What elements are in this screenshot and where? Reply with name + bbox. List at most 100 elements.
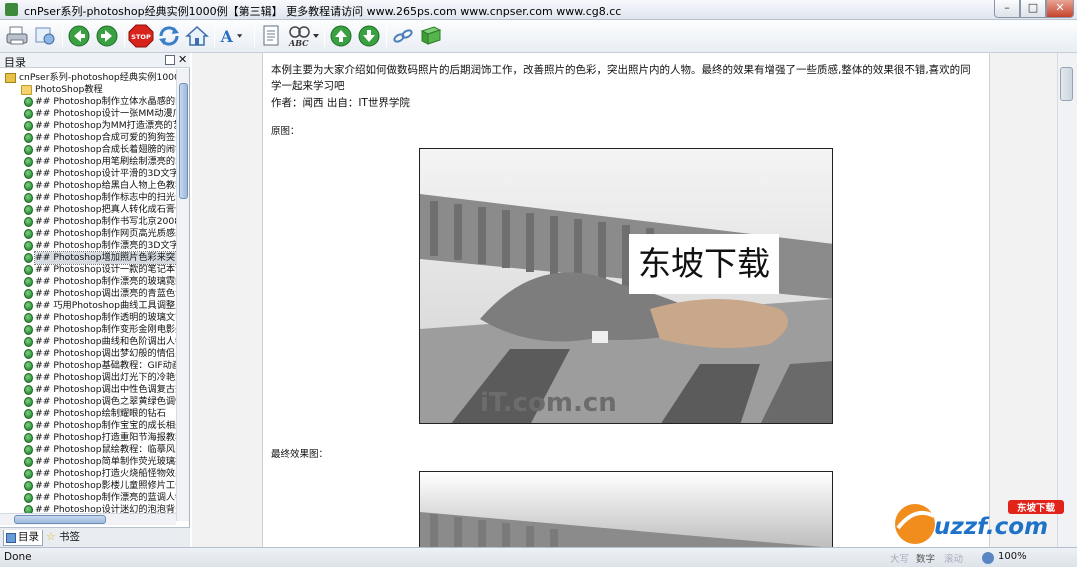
svg-text:uzzf.com: uzzf.com <box>934 514 1048 540</box>
back-icon[interactable] <box>66 24 92 48</box>
topic-icon <box>24 433 33 443</box>
topic-icon <box>24 397 33 407</box>
font-icon[interactable]: A <box>218 24 244 48</box>
topic-icon <box>24 253 33 263</box>
topic-icon <box>24 421 33 431</box>
topic-icon <box>24 457 33 467</box>
toc-item-label: ## Photoshop制作书写北京2008标志 <box>35 216 176 227</box>
stop-icon[interactable]: STOP <box>128 24 154 48</box>
star-icon: ☆ <box>46 530 56 543</box>
svg-text:ABC: ABC <box>288 38 309 48</box>
status-text: Done <box>4 551 32 563</box>
toc-pane: 目录 ✕ cnPser系列-photoshop经典实例1000例【 PhotoS… <box>0 53 190 547</box>
toc-scroll-thumb[interactable] <box>179 83 188 199</box>
toc-tabs: 目录 ☆ 书签 <box>0 527 190 547</box>
toc-item-label: ## Photoshop合成长着翅膀的闹钟 <box>35 144 176 155</box>
topic-icon <box>24 217 33 227</box>
print-icon[interactable] <box>4 24 30 48</box>
toc-item-label: ## Photoshop曲线和色阶调出人物单 <box>35 336 176 347</box>
svg-text:STOP: STOP <box>131 33 151 41</box>
previous-topic-icon[interactable] <box>328 24 354 48</box>
tab-bookmarks-label: 书签 <box>59 531 80 543</box>
content-pane: 本例主要为大家介绍如何做数码照片的后期润饰工作，改善照片的色彩，突出照片内的人物… <box>192 53 1077 547</box>
app-icon <box>5 3 18 16</box>
topic-icon <box>24 169 33 179</box>
content-scroll-thumb[interactable] <box>1060 67 1073 101</box>
title-bar: cnPser系列-photoshop经典实例1000例【第三辑】 更多教程请访问… <box>0 0 1077 20</box>
topic-icon <box>24 385 33 395</box>
topic-icon <box>24 181 33 191</box>
toc-item-label: ## Photoshop制作网页高光质感彩色 <box>35 228 176 239</box>
uzzf-logo: uzzf.com 东坡下载 <box>888 498 1068 548</box>
forward-icon[interactable] <box>94 24 120 48</box>
topic-icon <box>24 109 33 119</box>
topic-icon <box>24 229 33 239</box>
toc-item-label: ## Photoshop设计一张MM动漫广告海 <box>35 108 176 119</box>
topic-icon <box>24 289 33 299</box>
tab-contents[interactable]: 目录 <box>3 530 43 546</box>
link-icon[interactable] <box>390 24 416 48</box>
minimize-button[interactable]: – <box>994 0 1020 18</box>
topic-icon <box>24 325 33 335</box>
folder-icon <box>21 85 32 95</box>
pin-icon[interactable] <box>165 55 175 65</box>
toc-close-button[interactable]: ✕ <box>178 53 187 66</box>
toc-item-label: ## Photoshop绘制耀眼的钻石 <box>35 408 166 419</box>
topic-icon <box>24 445 33 455</box>
topic-icon <box>24 241 33 251</box>
article-intro: 本例主要为大家介绍如何做数码照片的后期润饰工作，改善照片的色彩，突出照片内的人物… <box>271 64 971 92</box>
toc-item-label: ## Photoshop制作漂亮的玻璃霓虹文 <box>35 276 176 287</box>
book-icon[interactable] <box>418 24 444 48</box>
svg-text:iT.com.cn: iT.com.cn <box>480 388 617 418</box>
num-indicator: 数字 <box>916 554 936 565</box>
toc-vertical-scrollbar[interactable] <box>176 69 189 521</box>
scroll-indicator: 滚动 <box>944 554 964 565</box>
toc-item-label: ## Photoshop简单制作荧光玻璃按钮 <box>35 456 176 467</box>
toc-hscroll-thumb[interactable] <box>14 515 106 524</box>
tab-bookmarks[interactable]: ☆ 书签 <box>45 530 85 546</box>
toc-header: 目录 ✕ <box>0 53 190 69</box>
contents-icon <box>6 533 16 543</box>
toc-item-label: ## Photoshop制作宝宝的成长相册 <box>35 420 176 431</box>
toc-item-label: ## Photoshop制作标志中的扫光动画 <box>35 192 176 203</box>
toc-item-label: ## Photoshop调出灯光下的冷艳女人 <box>35 372 176 383</box>
topic-icon <box>24 277 33 287</box>
options-icon[interactable] <box>32 24 58 48</box>
topic-icon <box>24 121 33 131</box>
book-icon <box>5 73 16 83</box>
home-icon[interactable] <box>184 24 210 48</box>
spellcheck-icon[interactable]: ABC <box>286 24 320 48</box>
caps-indicator: 大写 <box>890 554 910 565</box>
topic-icon <box>24 193 33 203</box>
refresh-icon[interactable] <box>156 24 182 48</box>
topic-icon <box>24 337 33 347</box>
toc-item-label: ## Photoshop给黑白人物上色教程 <box>35 180 176 191</box>
toc-item-label: ## Photoshop制作漂亮的3D文字效果 <box>35 240 176 251</box>
zoom-level[interactable]: 100% <box>998 551 1027 562</box>
tab-contents-label: 目录 <box>18 531 39 543</box>
toc-item-label: ## Photoshop合成可爱的狗狗签名图 <box>35 132 176 143</box>
toc-item-label: ## Photoshop调出中性色调复古效果 <box>35 384 176 395</box>
topic-icon <box>24 409 33 419</box>
topic-icon <box>24 205 33 215</box>
notes-icon[interactable] <box>258 24 284 48</box>
maximize-button[interactable]: □ <box>1020 0 1046 18</box>
toc-horizontal-scrollbar[interactable] <box>0 513 176 525</box>
watermark-label: 东坡下载 <box>629 234 779 294</box>
topic-icon <box>24 469 33 479</box>
toc-item-label: ## Photoshop调出梦幻般的情侣照片 <box>35 348 176 359</box>
toc-item-label: ## Photoshop制作漂亮的蓝调人物签 <box>35 492 176 503</box>
toc-item-label: ## Photoshop打造重阳节海报教程 <box>35 432 176 443</box>
topic-icon <box>24 133 33 143</box>
zoom-icon[interactable] <box>982 552 994 564</box>
toc-item-label: ## Photoshop为MM打造漂亮的艺术照 <box>35 120 176 131</box>
topic-icon <box>24 157 33 167</box>
topic-icon <box>24 313 33 323</box>
toc-item-label: ## Photoshop影楼儿童照修片工作步 <box>35 480 176 491</box>
content-vertical-scrollbar[interactable] <box>1057 53 1074 547</box>
toc-item-label: ## Photoshop制作立体水晶感的网页 <box>35 96 176 107</box>
next-topic-icon[interactable] <box>356 24 382 48</box>
close-button[interactable]: ✕ <box>1046 0 1074 18</box>
svg-text:A: A <box>220 27 234 46</box>
final-image-label: 最终效果图： <box>271 449 329 460</box>
